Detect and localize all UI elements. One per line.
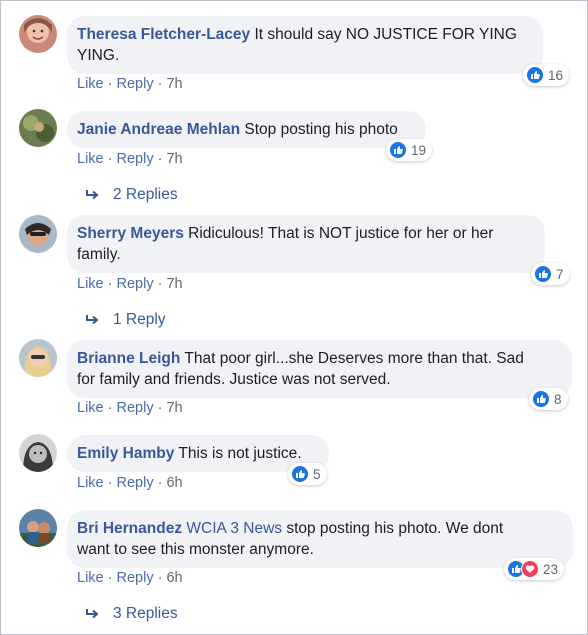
comments-panel: Theresa Fletcher-Lacey It should say NO … — [0, 0, 588, 635]
avatar[interactable] — [19, 339, 57, 377]
comment-actions: Like · Reply · 6h — [77, 570, 183, 586]
like-icon — [526, 66, 544, 84]
reaction-count: 5 — [313, 466, 321, 482]
reply-link[interactable]: Reply — [117, 76, 154, 92]
timestamp[interactable]: 7h — [166, 276, 182, 292]
reactions-badge[interactable]: 23 — [504, 558, 565, 580]
comment-text-line2: family. — [77, 246, 121, 263]
comment-author[interactable]: Bri Hernandez — [77, 520, 182, 537]
reaction-count: 16 — [548, 67, 564, 83]
view-replies-link[interactable]: 1 Reply — [85, 311, 166, 329]
comment-text-line2: want to see this monster anymore. — [77, 541, 314, 558]
reply-link[interactable]: Reply — [117, 475, 154, 491]
reactions-badge[interactable]: 19 — [386, 139, 433, 161]
comment-author[interactable]: Emily Hamby — [77, 445, 174, 462]
like-icon — [291, 465, 309, 483]
comment-author[interactable]: Sherry Meyers — [77, 225, 184, 242]
reaction-count: 19 — [411, 142, 427, 158]
comment-actions: Like · Reply · 7h — [77, 76, 183, 92]
like-link[interactable]: Like — [77, 76, 104, 92]
like-link[interactable]: Like — [77, 570, 104, 586]
timestamp[interactable]: 6h — [166, 475, 182, 491]
comment-actions: Like · Reply · 6h — [77, 475, 183, 491]
comment-author[interactable]: Janie Andreae Mehlan — [77, 121, 240, 138]
comment-bubble: Brianne Leigh That poor girl...she Deser… — [67, 340, 572, 398]
comment-text: It should say NO JUSTICE FOR YING — [254, 26, 517, 43]
comment-bubble: Sherry Meyers Ridiculous! That is NOT ju… — [67, 215, 545, 273]
like-icon — [534, 265, 552, 283]
reactions-badge[interactable]: 5 — [288, 463, 327, 485]
comment-bubble: Janie Andreae Mehlan Stop posting his ph… — [67, 111, 426, 148]
reactions-badge[interactable]: 7 — [531, 263, 570, 285]
comment-bubble: Theresa Fletcher-Lacey It should say NO … — [67, 16, 543, 74]
reply-link[interactable]: Reply — [117, 151, 154, 167]
replies-count[interactable]: 2 Replies — [113, 186, 178, 204]
comment-actions: Like · Reply · 7h — [77, 151, 183, 167]
replies-count[interactable]: 3 Replies — [113, 605, 178, 623]
like-link[interactable]: Like — [77, 400, 104, 416]
avatar[interactable] — [19, 109, 57, 147]
reply-arrow-icon — [86, 609, 99, 619]
avatar[interactable] — [19, 15, 57, 53]
comment-text: That poor girl...she Deserves more than … — [184, 350, 524, 367]
comment-author[interactable]: Theresa Fletcher-Lacey — [77, 26, 250, 43]
like-icon — [389, 141, 407, 159]
love-icon — [521, 560, 539, 578]
timestamp[interactable]: 7h — [166, 76, 182, 92]
replies-count[interactable]: 1 Reply — [113, 311, 166, 329]
like-link[interactable]: Like — [77, 151, 104, 167]
reply-arrow-icon — [86, 190, 99, 200]
reply-arrow-icon — [86, 315, 99, 325]
reply-link[interactable]: Reply — [117, 570, 154, 586]
like-link[interactable]: Like — [77, 475, 104, 491]
comment-author[interactable]: Brianne Leigh — [77, 350, 180, 367]
comment-text: stop posting his photo. We dont — [286, 520, 504, 537]
reaction-count: 23 — [543, 561, 559, 577]
comment-bubble: Bri Hernandez WCIA 3 News stop posting h… — [67, 510, 573, 568]
timestamp[interactable]: 7h — [166, 400, 182, 416]
reaction-count: 7 — [556, 266, 564, 282]
comment-text-line2: YING. — [77, 47, 120, 64]
comment-text: Stop posting his photo — [244, 121, 398, 138]
avatar[interactable] — [19, 509, 57, 547]
page-mention-link[interactable]: WCIA 3 News — [186, 520, 282, 537]
view-replies-link[interactable]: 3 Replies — [85, 605, 178, 623]
view-replies-link[interactable]: 2 Replies — [85, 186, 178, 204]
reply-link[interactable]: Reply — [117, 276, 154, 292]
comment-actions: Like · Reply · 7h — [77, 400, 183, 416]
comment-text: Ridiculous! That is NOT justice for her … — [188, 225, 494, 242]
reaction-count: 8 — [554, 391, 562, 407]
comment-actions: Like · Reply · 7h — [77, 276, 183, 292]
avatar[interactable] — [19, 434, 57, 472]
comment-text: This is not justice. — [178, 445, 302, 462]
reactions-badge[interactable]: 8 — [529, 388, 568, 410]
timestamp[interactable]: 7h — [166, 151, 182, 167]
timestamp[interactable]: 6h — [166, 570, 182, 586]
like-icon — [532, 390, 550, 408]
reactions-badge[interactable]: 16 — [523, 64, 570, 86]
like-link[interactable]: Like — [77, 276, 104, 292]
avatar[interactable] — [19, 215, 57, 253]
reply-link[interactable]: Reply — [117, 400, 154, 416]
comment-text-line2: for family and friends. Justice was not … — [77, 371, 391, 388]
